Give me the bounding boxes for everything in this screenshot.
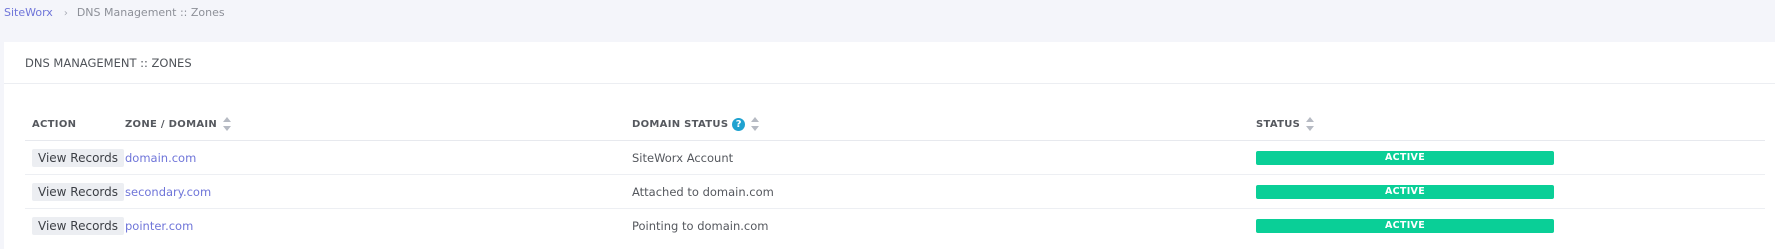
page-title: DNS MANAGEMENT :: ZONES <box>25 56 192 70</box>
sort-icon[interactable] <box>1306 117 1315 131</box>
cell-domain: domain.com <box>118 140 625 175</box>
col-status[interactable]: STATUS <box>1249 108 1765 141</box>
breadcrumb-siteworx-link[interactable]: SiteWorx <box>4 6 53 19</box>
view-records-button[interactable]: View Records <box>32 182 125 201</box>
zones-card: DNS MANAGEMENT :: ZONES ACTION ZONE / DO… <box>4 42 1775 249</box>
col-action-label: ACTION <box>32 118 77 130</box>
domain-link[interactable]: pointer.com <box>125 219 193 233</box>
col-domain-status-label: DOMAIN STATUS <box>632 119 729 130</box>
col-action: ACTION <box>25 108 118 141</box>
breadcrumb-current: DNS Management :: Zones <box>76 6 225 19</box>
cell-domain-status: SiteWorx Account <box>625 140 1249 175</box>
help-icon[interactable]: ? <box>732 117 746 131</box>
cell-domain-status: Attached to domain.com <box>625 174 1249 209</box>
cell-domain-status: Pointing to domain.com <box>632 218 769 233</box>
zones-table: ACTION ZONE / DOMAIN DOMAIN STATUS? STAT… <box>25 108 1765 242</box>
col-zone-domain[interactable]: ZONE / DOMAIN <box>118 108 625 141</box>
col-status-label: STATUS <box>1256 119 1301 130</box>
cell-action: View Records <box>25 209 125 243</box>
breadcrumb-separator: › <box>63 8 68 19</box>
status-badge: ACTIVE <box>1256 150 1554 165</box>
domain-link[interactable]: domain.com <box>125 151 196 165</box>
domain-link[interactable]: secondary.com <box>125 185 211 199</box>
cell-domain: pointer.com <box>118 209 625 243</box>
cell-action: View Records <box>25 140 125 175</box>
card-header: DNS MANAGEMENT :: ZONES <box>4 42 1775 84</box>
cell-domain: secondary.com <box>118 174 625 209</box>
breadcrumb: SiteWorx › DNS Management :: Zones <box>4 6 225 20</box>
status-badge: ACTIVE <box>1256 218 1554 233</box>
table-row: View Records secondary.com Attached to d… <box>25 174 1765 209</box>
status-badge: ACTIVE <box>1256 184 1554 199</box>
table-row: View Records pointer.com Pointing to dom… <box>25 209 1765 243</box>
cell-action: View Records <box>25 174 125 209</box>
cell-status: ACTIVE <box>1249 140 1765 175</box>
cell-status: ACTIVE <box>1249 174 1765 209</box>
sort-icon[interactable] <box>751 117 760 131</box>
cell-status: ACTIVE <box>1249 209 1765 243</box>
col-zone-domain-label: ZONE / DOMAIN <box>125 119 218 130</box>
view-records-button[interactable]: View Records <box>32 216 125 235</box>
table-row: View Records domain.com SiteWorx Account… <box>25 140 1765 175</box>
table-header-row: ACTION ZONE / DOMAIN DOMAIN STATUS? STAT… <box>25 108 1765 141</box>
sort-icon[interactable] <box>223 117 232 131</box>
col-domain-status[interactable]: DOMAIN STATUS? <box>625 108 1249 141</box>
view-records-button[interactable]: View Records <box>32 148 125 167</box>
